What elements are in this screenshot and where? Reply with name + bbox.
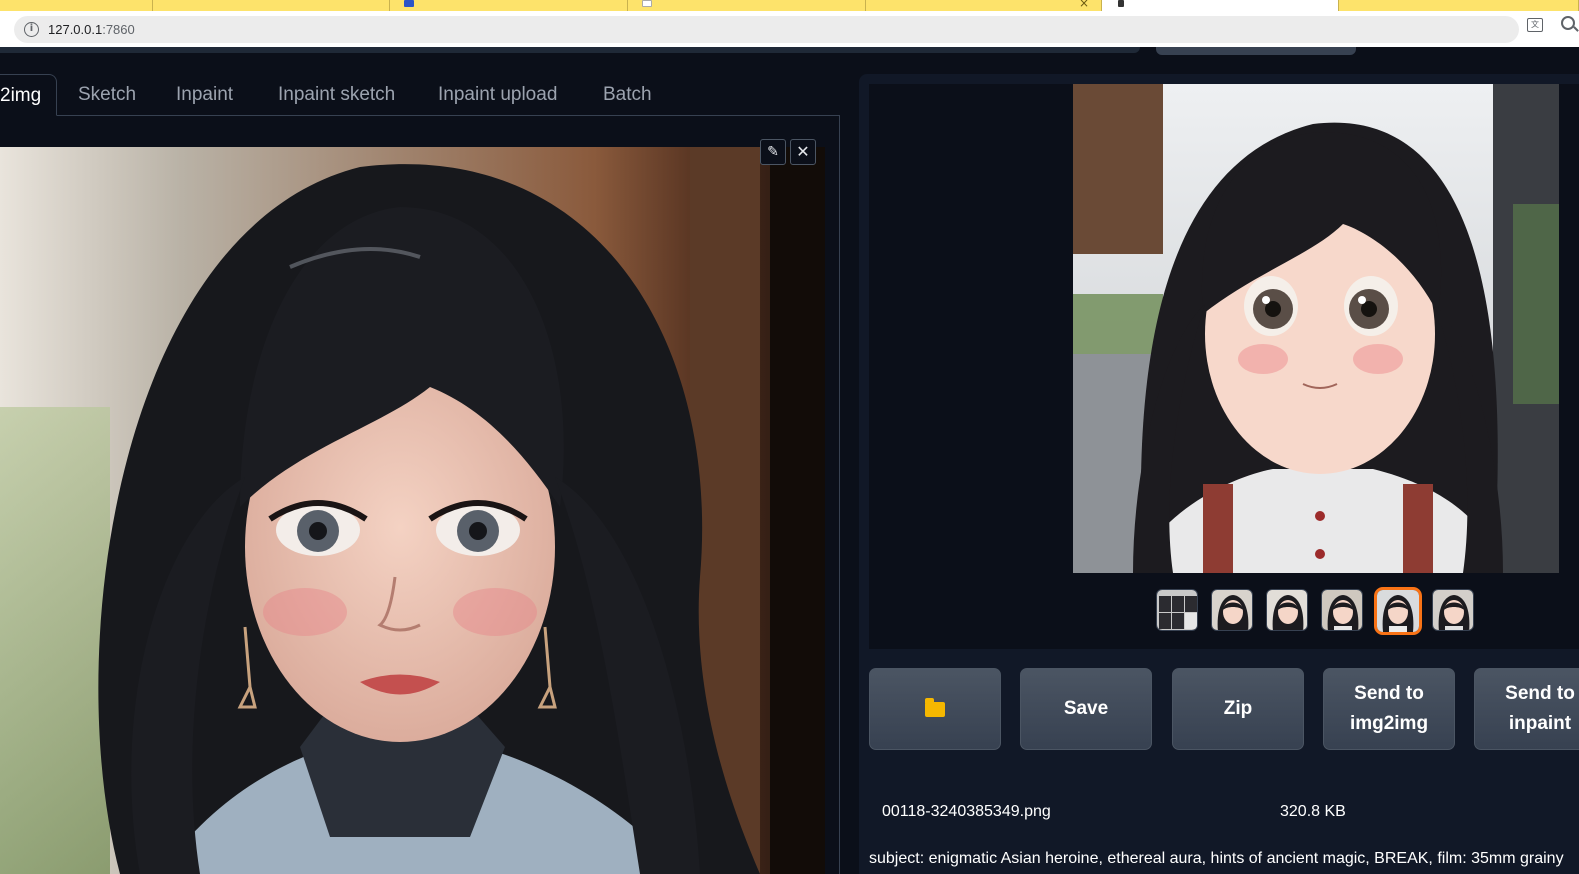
portrait-image: [0, 147, 825, 874]
browser-tab[interactable]: [628, 0, 866, 11]
output-filename: 00118-3240385349.png: [882, 803, 1051, 820]
tab-inpaint-upload[interactable]: Inpaint upload: [438, 74, 557, 116]
send-inpaint-label: Send to inpaint: [1505, 679, 1575, 739]
send-to-img2img-button[interactable]: Send to img2img: [1323, 668, 1455, 750]
output-image[interactable]: [1073, 84, 1559, 573]
img2img-mode-tabs: 2img Sketch Inpaint Inpaint sketch Inpai…: [0, 74, 840, 116]
gallery-thumb[interactable]: [1321, 589, 1363, 631]
tab-label: Inpaint sketch: [278, 84, 396, 105]
generate-button-edge[interactable]: [1156, 47, 1356, 55]
page-favicon-icon: [642, 0, 652, 7]
browser-toolbar: i 127.0.0.1:7860: [0, 11, 1579, 47]
top-strip: [0, 47, 1579, 55]
tab-inpaint-sketch[interactable]: Inpaint sketch: [278, 74, 395, 116]
save-label: Save: [1063, 698, 1109, 719]
send-inpaint-line2: inpaint: [1508, 713, 1572, 734]
close-icon: ✕: [796, 142, 810, 161]
tab-label: Inpaint: [176, 84, 234, 105]
send-inpaint-line1: Send to: [1505, 683, 1575, 704]
tab-img2img[interactable]: 2img: [0, 74, 57, 116]
tab-label: Batch: [603, 84, 652, 105]
browser-tab[interactable]: [0, 0, 153, 11]
send-img2img-line1: Send to: [1354, 683, 1424, 704]
translate-icon[interactable]: 文: [1527, 18, 1543, 32]
tab-label: Sketch: [78, 84, 137, 105]
thumb-image: [1267, 590, 1307, 630]
tab-label: Inpaint upload: [438, 84, 558, 105]
url-port: :7860: [102, 22, 135, 37]
gallery-thumb-selected[interactable]: [1374, 587, 1422, 635]
prompt-area-edge: [0, 47, 1140, 53]
site-favicon-icon: [404, 0, 414, 7]
zip-label: Zip: [1223, 698, 1253, 719]
thumb-image: [1433, 590, 1473, 630]
thumb-image: [1377, 590, 1419, 632]
tab-label: 2img: [0, 85, 42, 106]
result-portrait-image: [1073, 84, 1559, 573]
site-info-icon[interactable]: i: [24, 22, 39, 37]
output-filesize: 320.8 KB: [1280, 803, 1346, 820]
tab-batch[interactable]: Batch: [603, 74, 652, 116]
open-folder-button[interactable]: [869, 668, 1001, 750]
folder-icon: [925, 697, 945, 717]
save-button[interactable]: Save: [1020, 668, 1152, 750]
gallery-thumb[interactable]: [1211, 589, 1253, 631]
browser-tab-strip: ×: [0, 0, 1579, 11]
pencil-icon: ✎: [767, 144, 779, 160]
url-host: 127.0.0.1: [48, 22, 103, 37]
gallery-thumb[interactable]: [1432, 589, 1474, 631]
edit-image-button[interactable]: ✎: [760, 139, 786, 165]
address-url[interactable]: 127.0.0.1:7860: [48, 22, 135, 37]
tab-favicon-icon: [1118, 0, 1124, 7]
generation-info-prompt: subject: enigmatic Asian heroine, ethere…: [869, 850, 1564, 867]
browser-tab-active[interactable]: [1102, 0, 1339, 11]
browser-tab[interactable]: [153, 0, 390, 11]
clear-image-button[interactable]: ✕: [790, 139, 816, 165]
thumb-image: [1322, 590, 1362, 630]
input-image[interactable]: [0, 147, 825, 874]
input-image-panel: [0, 115, 840, 874]
grid-thumb-image: [1157, 590, 1197, 630]
send-to-inpaint-button[interactable]: Send to inpaint: [1474, 668, 1579, 750]
gallery-thumb[interactable]: [1266, 589, 1308, 631]
browser-tab[interactable]: [1339, 0, 1579, 11]
browser-tab[interactable]: [390, 0, 628, 11]
tab-close-icon[interactable]: ×: [1079, 0, 1089, 10]
send-img2img-line2: img2img: [1349, 713, 1429, 734]
send-img2img-label: Send to img2img: [1350, 679, 1428, 739]
gallery-thumb-grid[interactable]: [1156, 589, 1198, 631]
tab-sketch[interactable]: Sketch: [78, 74, 136, 116]
browser-tab[interactable]: ×: [866, 0, 1102, 11]
tab-inpaint[interactable]: Inpaint: [176, 74, 233, 116]
zip-button[interactable]: Zip: [1172, 668, 1304, 750]
zoom-icon[interactable]: [1561, 16, 1575, 30]
thumb-image: [1212, 590, 1252, 630]
address-bar[interactable]: i 127.0.0.1:7860: [14, 16, 1519, 43]
